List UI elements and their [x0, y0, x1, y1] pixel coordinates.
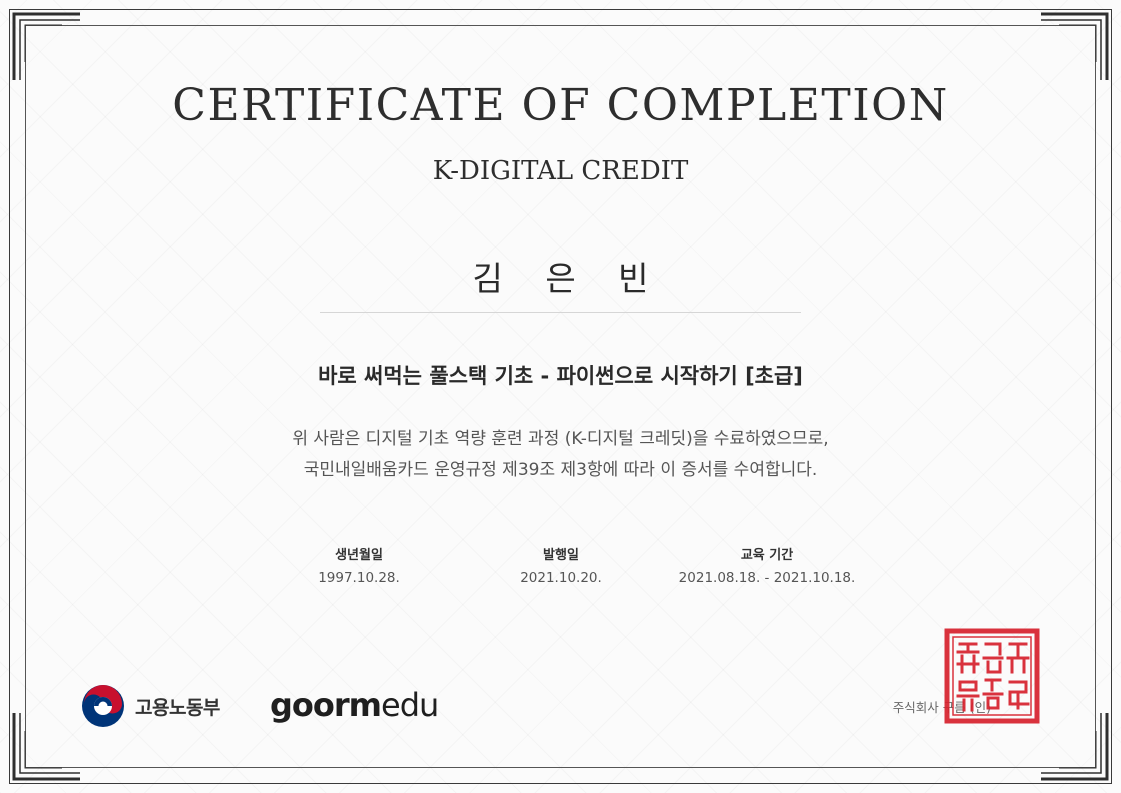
birth-date-block: 생년월일 1997.10.28. [284, 544, 434, 586]
body-line-2: 국민내일배움카드 운영규정 제39조 제3항에 따라 이 증서를 수여합니다. [303, 460, 818, 480]
training-period-block: 교육 기간 2021.08.18. - 2021.10.18. [652, 544, 882, 586]
certificate-subtitle: K-DIGITAL CREDIT [432, 156, 689, 186]
ministry-logo: 고용노동부 [80, 683, 220, 729]
name-divider [320, 312, 801, 313]
course-name: 바로 써먹는 풀스택 기초 - 파이썬으로 시작하기 [초급] [318, 364, 803, 388]
birth-date-value: 1997.10.28. [318, 570, 400, 586]
edu-wordmark: edu [381, 686, 439, 724]
goorm-wordmark: goorm [270, 686, 382, 724]
recipient-name: 김 은 빈 [472, 259, 665, 298]
issue-date-value: 2021.10.20. [520, 570, 602, 586]
training-period-label: 교육 기간 [740, 548, 794, 563]
birth-date-label: 생년월일 [335, 548, 383, 563]
certificate-title: CERTIFICATE OF COMPLETION [172, 80, 949, 131]
certificate-body: 위 사람은 디지털 기초 역량 훈련 과정 (K-디지털 크레딧)을 수료하였으… [0, 424, 1121, 486]
company-seal-stamp [944, 628, 1040, 724]
body-line-1: 위 사람은 디지털 기초 역량 훈련 과정 (K-디지털 크레딧)을 수료하였으… [292, 429, 829, 449]
corner-ornament-top-left [12, 12, 82, 82]
certificate-page: CERTIFICATE OF COMPLETION K-DIGITAL CRED… [0, 0, 1121, 793]
issue-date-label: 발행일 [543, 548, 579, 563]
issue-date-block: 발행일 2021.10.20. [486, 544, 636, 586]
corner-ornament-top-right [1039, 12, 1109, 82]
training-period-value: 2021.08.18. - 2021.10.18. [678, 570, 856, 586]
corner-ornament-bottom-right [1039, 711, 1109, 781]
taegeuk-emblem-icon [80, 683, 126, 729]
inner-frame-border [25, 25, 1096, 768]
ministry-name: 고용노동부 [135, 696, 220, 719]
goormedu-logo: goormedu [270, 683, 439, 727]
corner-ornament-bottom-left [12, 711, 82, 781]
